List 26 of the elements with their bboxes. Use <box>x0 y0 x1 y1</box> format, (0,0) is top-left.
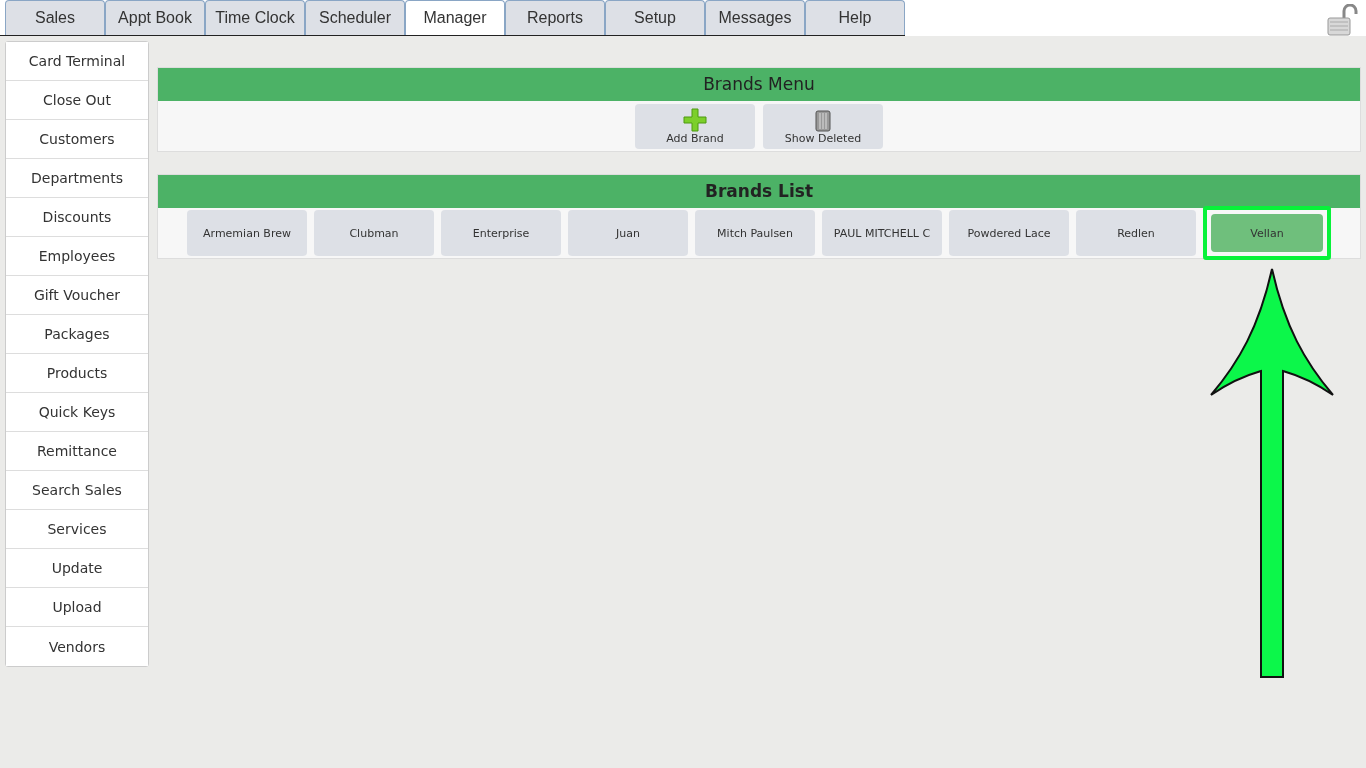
brand-button[interactable]: Armemian Brew <box>187 210 307 256</box>
brand-button[interactable]: Vellan <box>1211 214 1323 252</box>
plus-icon <box>683 108 707 132</box>
brand-button[interactable]: Mitch Paulsen <box>695 210 815 256</box>
panel-header: Brands List <box>158 175 1360 208</box>
toolbar-button[interactable]: Show Deleted <box>763 104 883 149</box>
panel-header: Brands Menu <box>158 68 1360 101</box>
nav-tab[interactable]: Setup <box>605 0 705 35</box>
brand-button[interactable]: Juan <box>568 210 688 256</box>
nav-tab[interactable]: Help <box>805 0 905 35</box>
trash-can-icon <box>814 110 832 132</box>
brand-button[interactable]: Powdered Lace <box>949 210 1069 256</box>
nav-tab[interactable]: Messages <box>705 0 805 35</box>
toolbar-button[interactable]: Add Brand <box>635 104 755 149</box>
sidebar-item[interactable]: Card Terminal <box>6 42 148 81</box>
nav-tab[interactable]: Manager <box>405 0 505 35</box>
brand-button[interactable]: PAUL MITCHELL C <box>822 210 942 256</box>
padlock-icon[interactable] <box>1326 4 1360 36</box>
nav-tab[interactable]: Appt Book <box>105 0 205 35</box>
brand-button[interactable]: Enterprise <box>441 210 561 256</box>
nav-tab[interactable]: Reports <box>505 0 605 35</box>
brand-button[interactable]: Clubman <box>314 210 434 256</box>
nav-tab[interactable]: Scheduler <box>305 0 405 35</box>
nav-tab[interactable]: Time Clock <box>205 0 305 35</box>
brand-button[interactable]: Redlen <box>1076 210 1196 256</box>
nav-tab[interactable]: Sales <box>5 0 105 35</box>
